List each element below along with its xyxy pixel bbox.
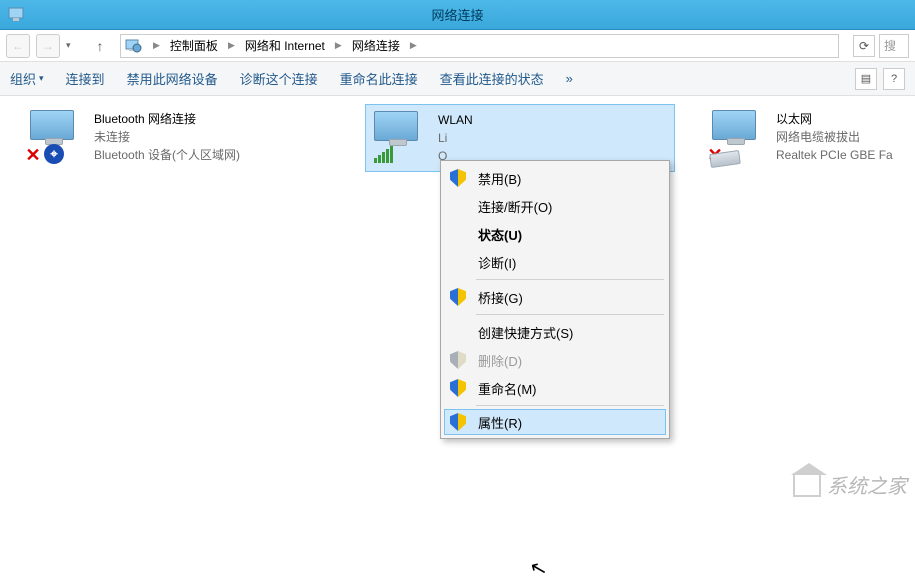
mouse-cursor-icon: ↖ (527, 554, 550, 582)
toolbar-disable[interactable]: 禁用此网络设备 (127, 69, 218, 88)
shield-icon (448, 412, 468, 432)
ethernet-cable-icon (709, 150, 741, 168)
toolbar-more[interactable]: » (566, 71, 573, 86)
menu-diagnose[interactable]: 诊断(I) (444, 248, 666, 276)
connection-name: 以太网 (776, 110, 893, 128)
connection-device: Realtek PCIe GBE Fa (776, 146, 893, 164)
menu-separator (476, 279, 664, 280)
watermark: 系统之家 (793, 470, 907, 499)
search-input[interactable]: 搜 (879, 34, 909, 58)
chevron-right-icon[interactable]: ▶ (331, 40, 346, 51)
connection-status: 未连接 (94, 128, 240, 146)
window-title: 网络连接 (431, 5, 483, 24)
toolbar-view-status[interactable]: 查看此连接的状态 (440, 69, 544, 88)
breadcrumb-item[interactable]: 网络连接 (348, 35, 404, 56)
connection-item-ethernet[interactable]: ✕ 以太网 网络电缆被拔出 Realtek PCIe GBE Fa (704, 104, 904, 170)
toolbar-diagnose[interactable]: 诊断这个连接 (240, 69, 318, 88)
nav-up-button[interactable]: ↑ (90, 36, 110, 56)
window-titlebar: 网络连接 (0, 0, 915, 30)
shield-icon (448, 168, 468, 188)
toolbar-organize[interactable]: 组织▾ (10, 69, 44, 88)
menu-properties[interactable]: 属性(R) (444, 409, 666, 435)
breadcrumb-item[interactable]: 控制面板 (166, 35, 222, 56)
nav-history-dropdown[interactable]: ▾ (66, 40, 80, 51)
disconnected-x-icon: ✕ (24, 146, 42, 164)
toolbar-rename[interactable]: 重命名此连接 (340, 69, 418, 88)
wifi-signal-icon (374, 146, 393, 163)
connection-icon: ✕ ⌖ (30, 110, 86, 160)
menu-delete: 删除(D) (444, 346, 666, 374)
connection-status: 网络电缆被拔出 (776, 128, 893, 146)
toolbar-connect[interactable]: 连接到 (66, 69, 105, 88)
breadcrumb-item[interactable]: 网络和 Internet (241, 35, 329, 56)
location-icon (125, 37, 143, 55)
menu-separator (476, 405, 664, 406)
refresh-button[interactable]: ⟳ (853, 35, 875, 57)
connection-device: Bluetooth 设备(个人区域网) (94, 146, 240, 164)
shield-icon (448, 350, 468, 370)
connection-status: Li (438, 129, 473, 147)
connection-name: Bluetooth 网络连接 (94, 110, 240, 128)
menu-create-shortcut[interactable]: 创建快捷方式(S) (444, 318, 666, 346)
window-icon (8, 6, 26, 24)
connection-name: WLAN (438, 111, 473, 129)
navigation-bar: ← → ▾ ↑ ▶ 控制面板 ▶ 网络和 Internet ▶ 网络连接 ▶ ⟳… (0, 30, 915, 62)
context-menu: 禁用(B) 连接/断开(O) 状态(U) 诊断(I) 桥接(G) 创建快捷方式(… (440, 160, 670, 439)
connection-icon (374, 111, 430, 161)
view-options-button[interactable]: ▤ (855, 68, 877, 90)
shield-icon (448, 287, 468, 307)
connection-icon: ✕ (712, 110, 768, 160)
nav-forward-button[interactable]: → (36, 34, 60, 58)
toolbar: 组织▾ 连接到 禁用此网络设备 诊断这个连接 重命名此连接 查看此连接的状态 »… (0, 62, 915, 96)
menu-separator (476, 314, 664, 315)
menu-connect-disconnect[interactable]: 连接/断开(O) (444, 192, 666, 220)
chevron-right-icon[interactable]: ▶ (149, 40, 164, 51)
menu-bridge[interactable]: 桥接(G) (444, 283, 666, 311)
bluetooth-icon: ⌖ (44, 144, 64, 164)
menu-disable[interactable]: 禁用(B) (444, 164, 666, 192)
chevron-right-icon[interactable]: ▶ (224, 40, 239, 51)
chevron-right-icon[interactable]: ▶ (406, 40, 421, 51)
watermark-house-icon (793, 473, 821, 497)
nav-back-button[interactable]: ← (6, 34, 30, 58)
breadcrumb[interactable]: ▶ 控制面板 ▶ 网络和 Internet ▶ 网络连接 ▶ (120, 34, 839, 58)
menu-status[interactable]: 状态(U) (444, 220, 666, 248)
shield-icon (448, 378, 468, 398)
help-button[interactable]: ? (883, 68, 905, 90)
menu-rename[interactable]: 重命名(M) (444, 374, 666, 402)
connection-item-bluetooth[interactable]: ✕ ⌖ Bluetooth 网络连接 未连接 Bluetooth 设备(个人区域… (22, 104, 332, 170)
